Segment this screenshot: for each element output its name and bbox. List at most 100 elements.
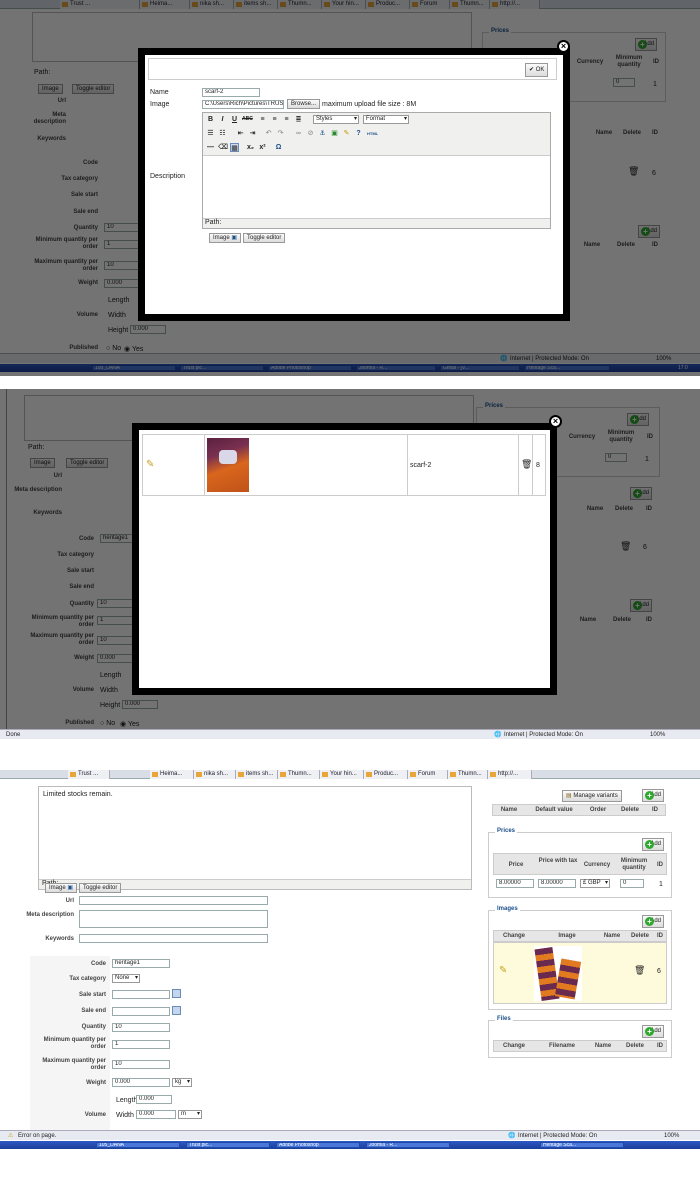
strikethrough-icon[interactable]: ABC (242, 115, 253, 124)
anchor-icon[interactable]: ⚓ (318, 129, 327, 138)
trash-icon[interactable]: 🗑 (620, 541, 631, 552)
browser-tab[interactable]: Forum (410, 0, 450, 9)
browser-tab[interactable]: Heima... (140, 0, 190, 9)
browser-tab[interactable]: Trust ... (60, 0, 140, 9)
add-file-button[interactable]: + Add (642, 1025, 664, 1038)
code-input[interactable]: heritage1 (112, 959, 170, 968)
align-right-icon[interactable]: ≡ (282, 115, 291, 124)
browser-tab[interactable]: Heima... (150, 770, 194, 779)
width-input[interactable]: 0.000 (136, 1110, 176, 1119)
image-button[interactable]: Image ▣ (45, 883, 78, 893)
add-price-button[interactable]: + Add (627, 413, 649, 426)
superscript-icon[interactable]: x² (258, 143, 267, 152)
browser-tab[interactable]: http://... (490, 0, 540, 9)
browser-tab[interactable]: Produc... (366, 0, 410, 9)
quantity-input[interactable]: 10 (104, 223, 140, 232)
add-price-button[interactable]: + Add (642, 838, 664, 851)
zoom-level[interactable]: 100% (656, 354, 671, 364)
height-input[interactable]: 0.000 (122, 700, 158, 709)
browser-tab[interactable]: Thumn... (278, 0, 322, 9)
meta-description-input[interactable] (79, 910, 268, 928)
image-button[interactable]: Image ▣ (209, 233, 242, 243)
published-yes[interactable]: ◉ Yes (120, 720, 139, 728)
width-unit-dropdown[interactable]: m (178, 1110, 202, 1119)
help-icon[interactable]: ? (354, 129, 363, 138)
browser-tab[interactable]: items sh... (234, 0, 278, 9)
indent-icon[interactable]: ⇥ (248, 129, 257, 138)
add-price-button[interactable]: + Add (635, 38, 657, 51)
taskbar-item[interactable]: Heritage Sca... (540, 1142, 624, 1148)
tax-dropdown[interactable]: None (112, 974, 140, 983)
subscript-icon[interactable]: x₂ (246, 143, 255, 152)
quantity-input[interactable]: 10 (97, 599, 133, 608)
min-qty-cell[interactable]: 0 (620, 879, 644, 888)
calendar-icon[interactable] (172, 989, 181, 998)
edit-icon[interactable]: ✎ (499, 965, 507, 976)
toggle-editor-button[interactable]: Toggle editor (243, 233, 286, 243)
image-button[interactable]: Image (38, 84, 63, 94)
taskbar-item[interactable]: Adobe Photoshop (276, 1142, 360, 1148)
browser-tab[interactable]: Your hin... (320, 770, 364, 779)
taskbar-item[interactable]: 105_DANA (96, 1142, 180, 1148)
browser-tab[interactable]: Your hin... (322, 0, 366, 9)
align-justify-icon[interactable]: ≣ (294, 115, 303, 124)
visual-aid-icon[interactable]: ▦ (230, 143, 239, 152)
max-qty-input[interactable]: 10 (104, 261, 140, 270)
weight-input[interactable]: 0.000 (112, 1078, 170, 1087)
undo-icon[interactable]: ↶ (264, 129, 273, 138)
published-yes[interactable]: ◉ Yes (124, 345, 143, 353)
min-qty-cell[interactable]: 0 (613, 78, 635, 87)
add-image-button[interactable]: + Add (642, 915, 664, 928)
close-icon[interactable]: × (557, 40, 570, 53)
trash-icon[interactable]: 🗑 (521, 459, 532, 470)
add-variant-button[interactable]: + Add (642, 789, 664, 802)
description-textarea[interactable] (203, 156, 550, 218)
zoom-level[interactable]: 100% (650, 730, 665, 740)
html-icon[interactable]: HTML (367, 129, 378, 138)
bullet-list-icon[interactable]: ☰ (206, 129, 215, 138)
taskbar-item[interactable]: Adobe Photoshop (268, 365, 352, 371)
weight-unit-dropdown[interactable]: kg (172, 1078, 192, 1087)
number-list-icon[interactable]: ☷ (218, 129, 227, 138)
price-input[interactable]: 8.00000 (496, 879, 534, 888)
taskbar-item[interactable]: 105_DANA (92, 365, 176, 371)
name-input[interactable]: scarf-2 (202, 88, 260, 97)
toggle-editor-button[interactable]: Toggle editor (79, 883, 122, 893)
browser-tab[interactable]: Thumn... (278, 770, 320, 779)
bold-icon[interactable]: B (206, 115, 215, 124)
cleanup-icon[interactable]: ✎ (342, 129, 351, 138)
italic-icon[interactable]: I (218, 115, 227, 124)
keywords-input[interactable] (79, 934, 268, 943)
max-qty-input[interactable]: 10 (112, 1060, 170, 1069)
toggle-editor-button[interactable]: Toggle editor (66, 458, 109, 468)
sale-start-input[interactable] (112, 990, 170, 999)
browse-button[interactable]: Browse... (287, 99, 321, 109)
browser-tab[interactable]: Produc... (364, 770, 408, 779)
min-qty-input[interactable]: 1 (112, 1040, 170, 1049)
max-qty-input[interactable]: 10 (97, 636, 133, 645)
min-qty-input[interactable]: 1 (97, 616, 133, 625)
add-image-button[interactable]: + Add (630, 487, 652, 500)
image-button[interactable]: Image (30, 458, 55, 468)
hr-icon[interactable]: — (206, 143, 215, 152)
eraser-icon[interactable]: ⌫ (218, 143, 228, 152)
align-center-icon[interactable]: ≡ (270, 115, 279, 124)
min-qty-input[interactable]: 1 (104, 240, 140, 249)
taskbar-item[interactable]: Trust pic... (180, 365, 264, 371)
trash-icon[interactable]: 🗑 (628, 166, 639, 177)
min-qty-cell[interactable]: 0 (605, 453, 627, 462)
browser-tab[interactable]: nika sh... (190, 0, 234, 9)
browser-tab[interactable]: items sh... (236, 770, 278, 779)
edit-icon[interactable]: ✎ (146, 459, 154, 470)
taskbar-item[interactable]: Joomla - R... (356, 365, 436, 371)
zoom-level[interactable]: 100% (664, 1131, 679, 1141)
warning-icon[interactable]: ⚠ (8, 1131, 13, 1141)
format-dropdown[interactable]: Format (363, 115, 409, 124)
browser-tab[interactable]: Thumn... (450, 0, 490, 9)
outdent-icon[interactable]: ⇤ (236, 129, 245, 138)
published-no[interactable]: ○ No (106, 345, 121, 352)
price-tax-input[interactable]: 8.00000 (538, 879, 576, 888)
browser-tab[interactable]: http://... (488, 770, 532, 779)
trash-icon[interactable]: 🗑 (634, 965, 645, 976)
image-insert-icon[interactable]: ▣ (330, 129, 339, 138)
